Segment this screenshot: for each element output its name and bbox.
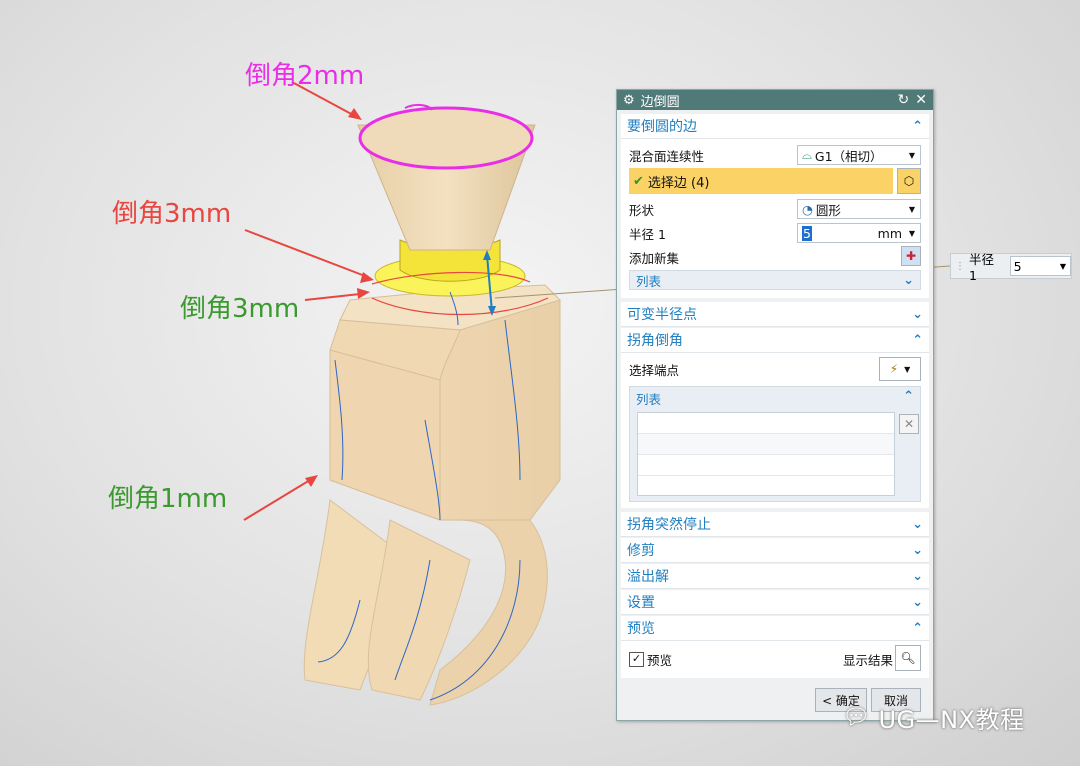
section-preview: 预览 ⌃ ✓ 预览 显示结果 🔍︎: [621, 616, 929, 678]
section-header-variable-radius[interactable]: 可变半径点 ⌄: [621, 302, 929, 327]
reset-icon[interactable]: ↻: [898, 92, 910, 108]
section-header-corner[interactable]: 拐角倒角 ⌃: [621, 328, 929, 353]
chevron-up-icon[interactable]: ⌃: [912, 621, 923, 636]
preview-label: 预览: [647, 652, 673, 668]
section-title: 要倒圆的边: [627, 119, 697, 135]
edges-list-header[interactable]: 列表 ⌄: [629, 270, 921, 290]
section-title: 溢出解: [627, 569, 669, 585]
section-header-preview[interactable]: 预览 ⌃: [621, 616, 929, 641]
dropdown-arrow-icon[interactable]: ▼: [1060, 262, 1066, 271]
floating-radius-panel: ⋮ 半径 1 5 ▼: [950, 252, 1072, 283]
corner-list-table[interactable]: [637, 412, 895, 496]
section-title: 修剪: [627, 543, 655, 559]
dialog-titlebar[interactable]: ⚙ 边倒圆 ↻ ✕: [617, 90, 933, 110]
section-overflow: 溢出解 ⌄: [621, 564, 929, 589]
radius-input[interactable]: 5 mm ▼: [797, 223, 921, 243]
select-edge-row[interactable]: ✔ 选择边 (4): [629, 168, 893, 194]
dropdown-arrow-icon: ▼: [908, 150, 915, 160]
float-radius-value[interactable]: 5: [1014, 259, 1022, 274]
list-label: 列表: [636, 392, 662, 407]
section-header-settings[interactable]: 设置 ⌄: [621, 590, 929, 615]
section-header-corner-stop[interactable]: 拐角突然停止 ⌄: [621, 512, 929, 537]
section-header-edges[interactable]: 要倒圆的边 ⌃: [621, 114, 929, 139]
section-title: 拐角突然停止: [627, 517, 711, 533]
table-row[interactable]: [638, 434, 894, 455]
section-settings: 设置 ⌄: [621, 590, 929, 615]
watermark-text: UG—NX教程: [878, 706, 1025, 734]
preview-checkbox[interactable]: ✓: [629, 651, 644, 667]
chevron-down-icon[interactable]: ⌄: [912, 569, 923, 584]
chevron-up-icon[interactable]: ⌃: [912, 333, 923, 348]
section-title: 可变半径点: [627, 307, 697, 323]
chevron-down-icon[interactable]: ⌄: [912, 307, 923, 322]
shape-value: 圆形: [815, 202, 841, 218]
dropdown-arrow-icon[interactable]: ▼: [909, 229, 915, 238]
section-header-overflow[interactable]: 溢出解 ⌄: [621, 564, 929, 589]
shape-dropdown[interactable]: ◔ 圆形 ▼: [797, 199, 921, 219]
section-corner-setback: 拐角倒角 ⌃ 选择端点 ⚡ ▼ 列表 ⌃ ✕: [621, 328, 929, 508]
edge-select-cube-icon[interactable]: ⬡: [897, 168, 921, 194]
section-title: 预览: [627, 621, 655, 637]
float-radius-label: 半径 1: [969, 252, 995, 283]
table-row[interactable]: [638, 455, 894, 476]
select-endpoint-label: 选择端点: [629, 362, 680, 378]
watermark: 💬︎ UG—NX教程: [842, 700, 1025, 735]
checkmark-icon: ✔: [633, 173, 644, 189]
show-result-label: 显示结果: [843, 652, 894, 668]
select-edge-label: 选择边 (4): [647, 175, 710, 191]
list-label: 列表: [636, 273, 662, 289]
radius-label: 半径 1: [629, 226, 666, 242]
select-endpoint-button[interactable]: ⚡ ▼: [879, 357, 921, 381]
add-new-set-label: 添加新集: [629, 250, 680, 266]
lightning-icon: ⚡: [889, 362, 899, 376]
remove-icon[interactable]: ✕: [899, 414, 919, 434]
section-corner-stop: 拐角突然停止 ⌄: [621, 512, 929, 537]
table-row[interactable]: [638, 413, 894, 434]
shape-icon: ◔: [802, 201, 813, 217]
annotation-fillet-3mm-red: 倒角3mm: [112, 199, 232, 229]
gear-icon[interactable]: ⚙: [623, 93, 635, 108]
chevron-down-icon[interactable]: ⌄: [912, 543, 923, 558]
chevron-up-icon[interactable]: ⌃: [903, 389, 914, 404]
section-edges-to-blend: 要倒圆的边 ⌃ 混合面连续性 ⌓ G1（相切） ▼ ✔ 选择边 (4) ⬡ 形状…: [621, 114, 929, 298]
annotation-fillet-1mm: 倒角1mm: [108, 484, 228, 514]
wechat-icon: 💬︎: [842, 705, 871, 730]
section-variable-radius: 可变半径点 ⌄: [621, 302, 929, 327]
drag-handle-icon[interactable]: ⋮: [955, 261, 965, 272]
float-radius-input[interactable]: 5 ▼: [1009, 256, 1071, 276]
add-new-set-icon[interactable]: ✚: [901, 246, 921, 266]
continuity-label: 混合面连续性: [629, 148, 705, 164]
dropdown-arrow-icon: ▼: [904, 364, 911, 374]
continuity-icon: ⌓: [802, 147, 812, 162]
section-trim: 修剪 ⌄: [621, 538, 929, 563]
radius-unit: mm: [877, 225, 902, 241]
chevron-down-icon[interactable]: ⌄: [912, 595, 923, 610]
continuity-dropdown[interactable]: ⌓ G1（相切） ▼: [797, 145, 921, 165]
continuity-value: G1（相切）: [814, 148, 883, 164]
annotation-fillet-2mm: 倒角2mm: [245, 61, 365, 91]
annotation-fillet-3mm-green: 倒角3mm: [180, 294, 300, 324]
dialog-title: 边倒圆: [640, 94, 680, 110]
section-title: 拐角倒角: [627, 333, 683, 349]
edge-blend-dialog: ⚙ 边倒圆 ↻ ✕ 要倒圆的边 ⌃ 混合面连续性 ⌓ G1（相切） ▼ ✔ 选择…: [616, 89, 934, 721]
radius-value[interactable]: 5: [802, 225, 812, 241]
magnifier-icon[interactable]: 🔍︎: [895, 645, 921, 671]
chevron-down-icon[interactable]: ⌄: [912, 517, 923, 532]
chevron-down-icon[interactable]: ⌄: [903, 273, 914, 288]
dropdown-arrow-icon: ▼: [908, 204, 915, 214]
shape-label: 形状: [629, 202, 655, 218]
close-icon[interactable]: ✕: [915, 92, 927, 108]
section-header-trim[interactable]: 修剪 ⌄: [621, 538, 929, 563]
chevron-up-icon[interactable]: ⌃: [912, 119, 923, 134]
section-title: 设置: [627, 595, 655, 611]
